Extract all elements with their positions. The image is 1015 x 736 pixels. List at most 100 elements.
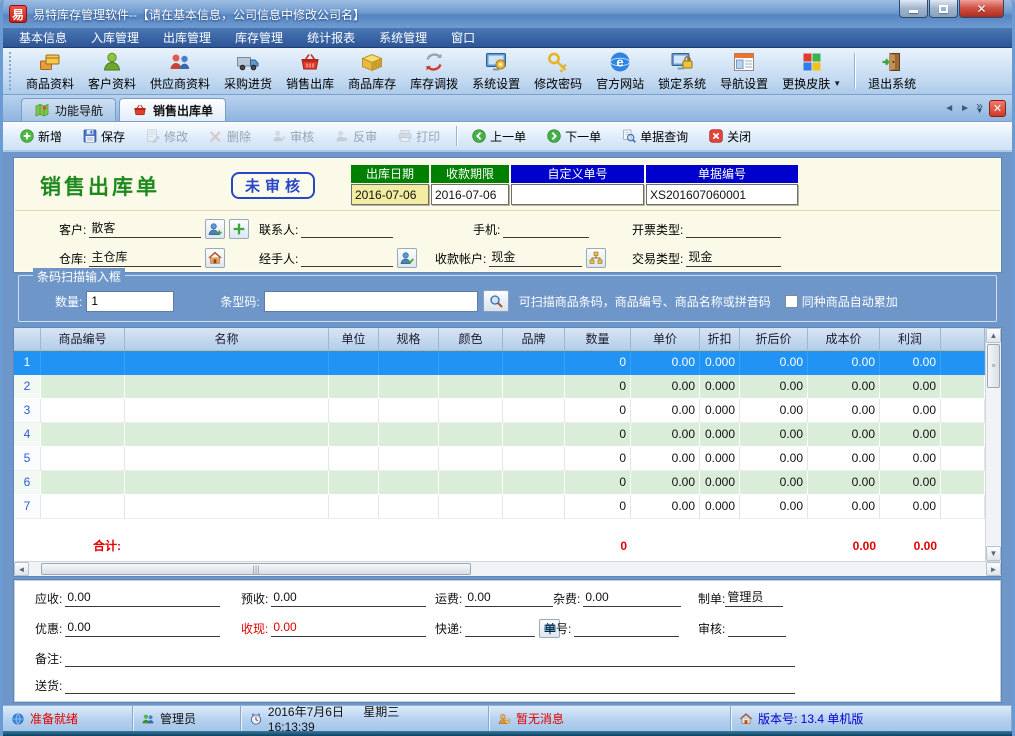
- table-cell[interactable]: 0.00: [631, 375, 700, 399]
- table-cell[interactable]: 0: [565, 399, 631, 423]
- table-cell[interactable]: 0.00: [880, 399, 941, 423]
- tab-sales-out-order[interactable]: 销售出库单: [119, 98, 226, 121]
- table-cell[interactable]: [125, 423, 329, 447]
- table-cell[interactable]: [41, 351, 125, 375]
- menu-inbound[interactable]: 入库管理: [81, 27, 149, 48]
- toolbar-product-stock[interactable]: 商品库存: [341, 49, 403, 93]
- menu-outbound[interactable]: 出库管理: [153, 27, 221, 48]
- table-cell[interactable]: [379, 471, 439, 495]
- close-button[interactable]: 关闭: [702, 125, 757, 148]
- table-cell[interactable]: [439, 423, 503, 447]
- table-cell[interactable]: [503, 423, 565, 447]
- toolbar-change-password[interactable]: 修改密码: [527, 49, 589, 93]
- table-cell[interactable]: [41, 495, 125, 519]
- table-cell[interactable]: 0.00: [631, 495, 700, 519]
- table-cell[interactable]: [503, 351, 565, 375]
- table-cell[interactable]: 0.00: [740, 471, 808, 495]
- table-cell[interactable]: 0.00: [631, 399, 700, 423]
- cash-received-field[interactable]: 0.00: [271, 619, 426, 637]
- barcode-search-button[interactable]: [483, 290, 509, 312]
- scroll-down-icon[interactable]: ▼: [986, 546, 1001, 561]
- table-cell[interactable]: 0.00: [740, 399, 808, 423]
- table-cell[interactable]: 0.00: [740, 495, 808, 519]
- minimize-button[interactable]: [899, 0, 928, 18]
- horizontal-scroll-thumb[interactable]: |||: [41, 563, 471, 575]
- table-cell[interactable]: [329, 375, 379, 399]
- vertical-scroll-track[interactable]: [986, 389, 1001, 546]
- tab-function-nav[interactable]: 功能导航: [21, 98, 116, 121]
- invoice-type-field[interactable]: [686, 220, 781, 238]
- table-cell[interactable]: [503, 375, 565, 399]
- table-cell[interactable]: [379, 375, 439, 399]
- table-cell[interactable]: [379, 495, 439, 519]
- menu-reports[interactable]: 统计报表: [297, 27, 365, 48]
- table-cell[interactable]: 0.00: [631, 351, 700, 375]
- chevron-down-icon[interactable]: ▼: [833, 79, 841, 88]
- tab-close-button[interactable]: ✕: [989, 100, 1006, 117]
- menu-system[interactable]: 系统管理: [369, 27, 437, 48]
- delivery-field[interactable]: [65, 676, 795, 694]
- table-row[interactable]: 500.000.0000.000.000.00: [14, 447, 985, 471]
- table-cell[interactable]: 0.00: [740, 375, 808, 399]
- table-cell[interactable]: [439, 495, 503, 519]
- account-field[interactable]: 现金: [489, 249, 582, 267]
- pick-customer-button[interactable]: [205, 219, 225, 239]
- table-cell[interactable]: 0.00: [880, 447, 941, 471]
- table-cell[interactable]: [329, 447, 379, 471]
- table-cell[interactable]: [41, 399, 125, 423]
- toolbar-change-skin[interactable]: 更换皮肤▼: [775, 49, 848, 93]
- table-cell[interactable]: [125, 471, 329, 495]
- express-field[interactable]: [465, 619, 535, 637]
- table-cell[interactable]: 0.00: [808, 399, 880, 423]
- prepaid-field[interactable]: 0.00: [271, 589, 426, 607]
- table-cell[interactable]: [125, 399, 329, 423]
- contact-field[interactable]: [301, 220, 393, 238]
- table-cell[interactable]: [439, 447, 503, 471]
- tab-scroll-left-icon[interactable]: ◄: [944, 104, 954, 114]
- table-cell[interactable]: [125, 351, 329, 375]
- table-cell[interactable]: [439, 351, 503, 375]
- save-button[interactable]: 保存: [76, 125, 131, 148]
- table-cell[interactable]: 0.00: [740, 351, 808, 375]
- tab-overflow-icon[interactable]: »▼: [976, 103, 983, 114]
- table-cell[interactable]: [41, 471, 125, 495]
- table-cell[interactable]: 0.00: [740, 447, 808, 471]
- add-customer-button[interactable]: [229, 219, 249, 239]
- table-cell[interactable]: 0.00: [880, 375, 941, 399]
- auto-accumulate-checkbox[interactable]: [785, 295, 798, 308]
- table-cell[interactable]: [41, 423, 125, 447]
- table-cell[interactable]: 0.00: [880, 495, 941, 519]
- horizontal-scrollbar[interactable]: ◄ ||| ►: [14, 561, 1001, 576]
- table-cell[interactable]: [439, 399, 503, 423]
- table-cell[interactable]: 0.00: [880, 423, 941, 447]
- due-date-value[interactable]: 2016-07-06: [431, 184, 509, 205]
- pick-warehouse-button[interactable]: [205, 248, 225, 268]
- table-cell[interactable]: [125, 495, 329, 519]
- table-cell[interactable]: 0.000: [700, 495, 740, 519]
- menu-window[interactable]: 窗口: [441, 27, 485, 48]
- table-cell[interactable]: 0: [565, 471, 631, 495]
- table-cell[interactable]: [379, 423, 439, 447]
- maximize-button[interactable]: [929, 0, 958, 18]
- qty-input[interactable]: [86, 291, 174, 312]
- table-cell[interactable]: 0.00: [808, 423, 880, 447]
- scroll-up-icon[interactable]: ▲: [986, 328, 1001, 343]
- order-no-value[interactable]: XS201607060001: [646, 184, 798, 205]
- table-cell[interactable]: 0: [565, 447, 631, 471]
- table-cell[interactable]: [503, 399, 565, 423]
- toolbar-system-settings[interactable]: 系统设置: [465, 49, 527, 93]
- vertical-scrollbar[interactable]: ▲ ≡ ▼: [985, 328, 1001, 561]
- toolbar-nav-settings[interactable]: 导航设置: [713, 49, 775, 93]
- table-cell[interactable]: 0.000: [700, 399, 740, 423]
- barcode-input[interactable]: [264, 291, 478, 312]
- table-cell[interactable]: [503, 447, 565, 471]
- table-cell[interactable]: 0.000: [700, 375, 740, 399]
- prev-order-button[interactable]: 上一单: [465, 125, 532, 148]
- table-cell[interactable]: 0.00: [808, 351, 880, 375]
- table-cell[interactable]: 0.00: [808, 471, 880, 495]
- toolbar-official-website[interactable]: e官方网站: [589, 49, 651, 93]
- table-cell[interactable]: [41, 447, 125, 471]
- table-cell[interactable]: [379, 447, 439, 471]
- table-cell[interactable]: 0.00: [808, 447, 880, 471]
- table-cell[interactable]: [329, 495, 379, 519]
